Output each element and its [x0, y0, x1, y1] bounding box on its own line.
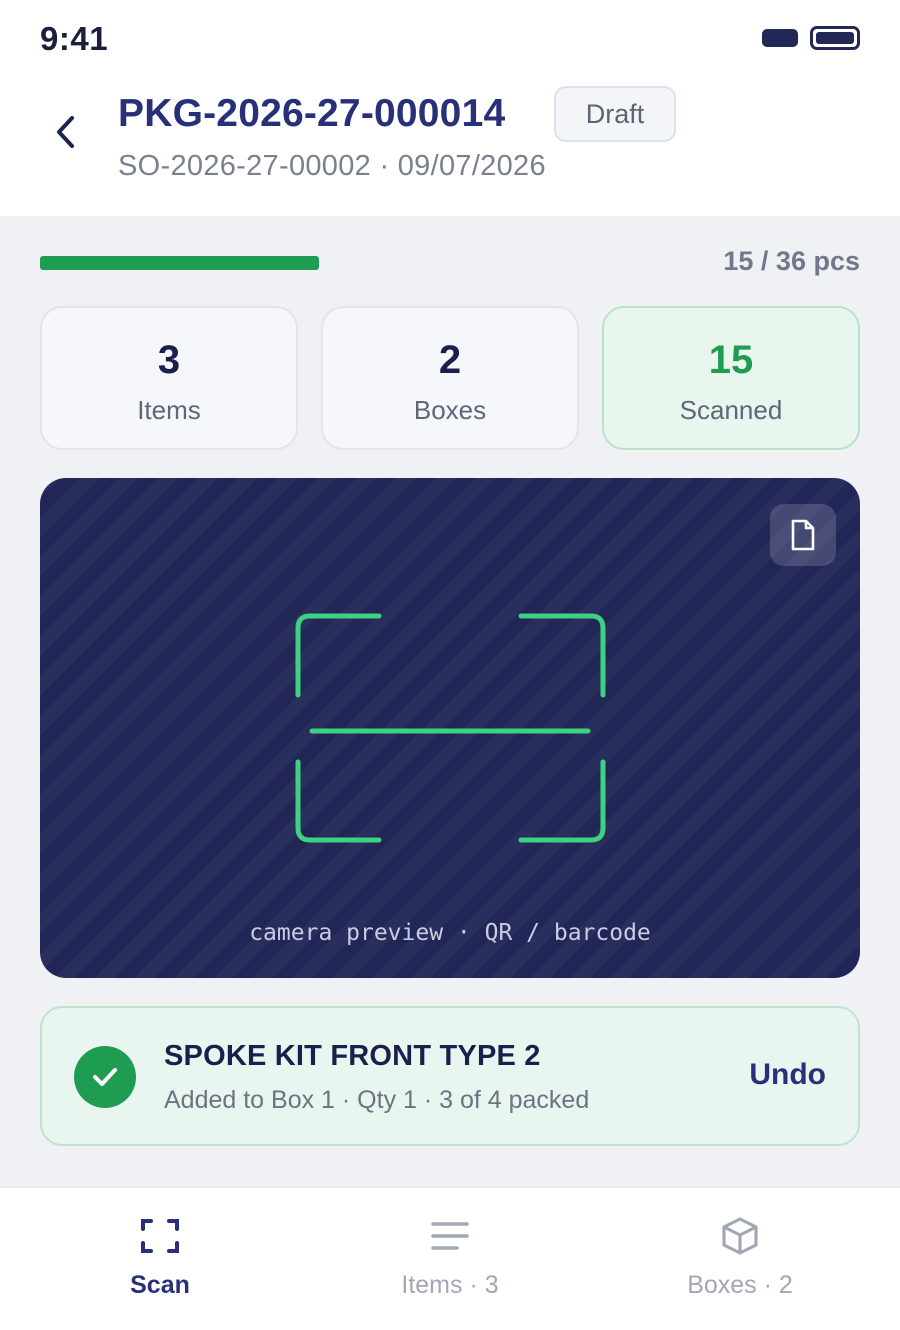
nav-label: Scan	[130, 1271, 190, 1299]
battery-icon	[810, 26, 860, 50]
stat-card-boxes: 2 Boxes	[321, 306, 579, 450]
frame-corner-bottom-left	[295, 759, 382, 843]
frame-corner-bottom-right	[518, 759, 606, 843]
scan-result-toast: SPOKE KIT FRONT TYPE 2 Added to Box 1 · …	[40, 1006, 860, 1146]
nav-label: Boxes · 2	[687, 1271, 793, 1299]
frame-corner-top-left	[295, 613, 382, 698]
frame-corner-top-right	[518, 613, 606, 698]
document-icon	[791, 519, 815, 551]
stat-value: 2	[438, 338, 462, 382]
stat-value: 3	[157, 338, 181, 382]
chevron-left-icon	[57, 116, 74, 148]
stat-label: Boxes	[413, 395, 487, 425]
bottom-nav: Scan Items · 3 Boxes · 2	[0, 1186, 900, 1330]
status-bar: 9:41	[0, 0, 900, 76]
progress-bar	[40, 256, 710, 270]
camera-caption: camera preview · QR / barcode	[249, 920, 651, 946]
toast-detail: Added to Box 1 · Qty 1 · 3 of 4 packed	[164, 1086, 590, 1114]
signal-icon	[762, 29, 798, 47]
nav-tab-scan[interactable]: Scan	[10, 1188, 310, 1330]
page-title: PKG-2026-27-000014	[118, 92, 506, 135]
page-header: PKG-2026-27-000014 Draft SO-2026-27-0000…	[0, 76, 900, 216]
status-badge: Draft	[554, 86, 676, 142]
list-icon	[422, 1214, 478, 1258]
stat-label: Items	[137, 395, 201, 425]
camera-preview[interactable]: camera preview · QR / barcode	[40, 478, 860, 978]
scan-frame	[295, 613, 606, 843]
stat-value: 15	[708, 338, 754, 382]
document-button[interactable]	[770, 504, 836, 566]
nav-tab-boxes[interactable]: Boxes · 2	[590, 1188, 890, 1330]
undo-button[interactable]: Undo	[749, 1058, 826, 1092]
nav-label: Items · 3	[401, 1271, 499, 1299]
stat-label: Scanned	[679, 395, 783, 425]
toast-title: SPOKE KIT FRONT TYPE 2	[164, 1040, 541, 1072]
check-circle-icon	[74, 1046, 136, 1108]
progress-label: 15 / 36 pcs	[723, 246, 860, 276]
stat-card-items: 3 Items	[40, 306, 298, 450]
scan-icon	[132, 1214, 188, 1258]
progress-fill	[40, 256, 320, 270]
back-button[interactable]	[44, 106, 88, 158]
box-icon	[712, 1214, 768, 1258]
stat-card-scanned: 15 Scanned	[602, 306, 860, 450]
nav-tab-items[interactable]: Items · 3	[300, 1188, 600, 1330]
page-subtitle: SO-2026-27-00002 · 09/07/2026	[118, 150, 546, 182]
status-time: 9:41	[40, 20, 109, 57]
